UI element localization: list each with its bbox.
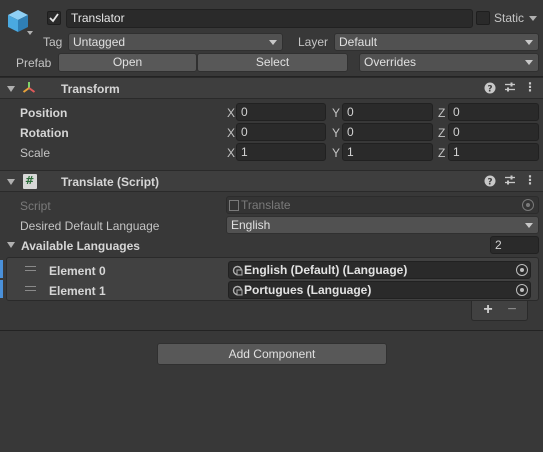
preset-sliders-icon[interactable] [504,174,516,189]
chevron-down-icon [269,40,277,45]
default-language-value: English [231,218,271,232]
divider [0,330,543,331]
add-element-button[interactable]: + [478,301,498,319]
script-asset-icon [229,200,239,211]
drag-handle-icon[interactable] [25,266,36,267]
available-languages-label[interactable]: Available Languages [21,238,140,254]
default-language-label: Desired Default Language [20,219,160,233]
layer-label: Layer [298,35,329,49]
add-component-button[interactable]: Add Component [157,343,387,365]
tag-dropdown[interactable]: Untagged [68,33,283,51]
svg-text:?: ? [487,85,492,95]
prefab-select-button[interactable]: Select [197,53,348,72]
element-0-object-field[interactable]: English (Default) (Language) [228,261,531,279]
scale-x-input[interactable]: 1 [236,143,326,161]
tag-value: Untagged [73,35,126,49]
scale-label[interactable]: Scale [20,145,50,161]
element-1-value: Portugues (Language) [244,283,372,297]
rotation-x-input[interactable]: 0 [236,123,326,141]
prefab-overrides-value: Overrides [364,55,417,69]
rotation-z-input[interactable]: 0 [448,123,539,141]
script-file-icon: # [23,174,37,189]
script-label: Script [20,199,51,213]
script-reference-field: Translate [226,196,539,214]
prefab-overrides-dropdown[interactable]: Overrides [359,53,539,72]
axis-x-label[interactable]: X [227,145,235,161]
script-component-header[interactable]: # Translate (Script) ? ⋮ [0,170,543,192]
chevron-down-icon [525,40,533,45]
array-size-input[interactable]: 2 [490,236,539,254]
axis-z-label[interactable]: Z [438,125,445,141]
rotation-y-input[interactable]: 0 [342,123,433,141]
rotation-label[interactable]: Rotation [20,125,69,141]
context-menu-icon[interactable]: ⋮ [524,173,536,187]
axis-x-label[interactable]: X [227,105,235,121]
script-component-title: Translate (Script) [61,175,160,189]
element-0-value: English (Default) (Language) [244,263,408,277]
static-checkbox[interactable] [476,11,490,25]
static-dropdown-caret-icon[interactable] [529,16,537,21]
position-z-input[interactable]: 0 [448,103,539,121]
position-y-input[interactable]: 0 [342,103,433,121]
scriptable-object-icon [232,285,243,296]
axis-x-label[interactable]: X [227,125,235,141]
foldout-arrow-icon[interactable] [7,242,15,248]
position-x-input[interactable]: 0 [236,103,326,121]
object-picker-icon[interactable] [516,284,528,296]
position-label[interactable]: Position [20,105,67,121]
svg-text:?: ? [487,178,492,188]
axis-y-label[interactable]: Y [332,125,340,141]
context-menu-icon[interactable]: ⋮ [524,80,536,94]
tag-label: Tag [43,35,63,49]
chevron-down-icon [525,60,533,65]
active-checkbox[interactable] [47,11,61,25]
axis-y-label[interactable]: Y [332,105,340,121]
transform-axes-icon [22,82,36,93]
element-0-label: Element 0 [49,264,106,278]
layer-value: Default [339,35,378,49]
scriptable-object-icon [232,265,243,276]
list-footer: + − [471,301,528,321]
default-language-dropdown[interactable]: English [226,216,539,234]
gameobject-name-input[interactable]: Translator [66,9,473,28]
transform-header[interactable]: Transform ? ⋮ [0,77,543,99]
element-1-label: Element 1 [49,284,106,298]
foldout-arrow-icon[interactable] [7,86,15,92]
object-picker-icon [522,199,534,211]
scale-z-input[interactable]: 1 [448,143,539,161]
axis-z-label[interactable]: Z [438,145,445,161]
layer-dropdown[interactable]: Default [334,33,539,51]
selection-marker [0,260,3,278]
checkmark-icon [49,13,59,23]
axis-y-label[interactable]: Y [332,145,340,161]
axis-z-label[interactable]: Z [438,105,445,121]
foldout-arrow-icon[interactable] [7,179,15,185]
icon-dropdown-caret[interactable] [27,31,33,35]
transform-title: Transform [61,82,120,96]
static-label: Static [494,11,525,25]
element-1-object-field[interactable]: Portugues (Language) [228,281,531,299]
preset-sliders-icon[interactable] [504,81,516,96]
help-icon[interactable]: ? [484,82,496,97]
prefab-label: Prefab [16,56,52,70]
drag-handle-icon[interactable] [25,286,36,287]
selection-marker [0,280,3,298]
prefab-open-button[interactable]: Open [58,53,197,72]
scale-y-input[interactable]: 1 [342,143,433,161]
chevron-down-icon [525,223,533,228]
help-icon[interactable]: ? [484,175,496,190]
remove-element-button[interactable]: − [502,301,522,319]
object-picker-icon[interactable] [516,264,528,276]
script-reference-value: Translate [241,198,291,212]
